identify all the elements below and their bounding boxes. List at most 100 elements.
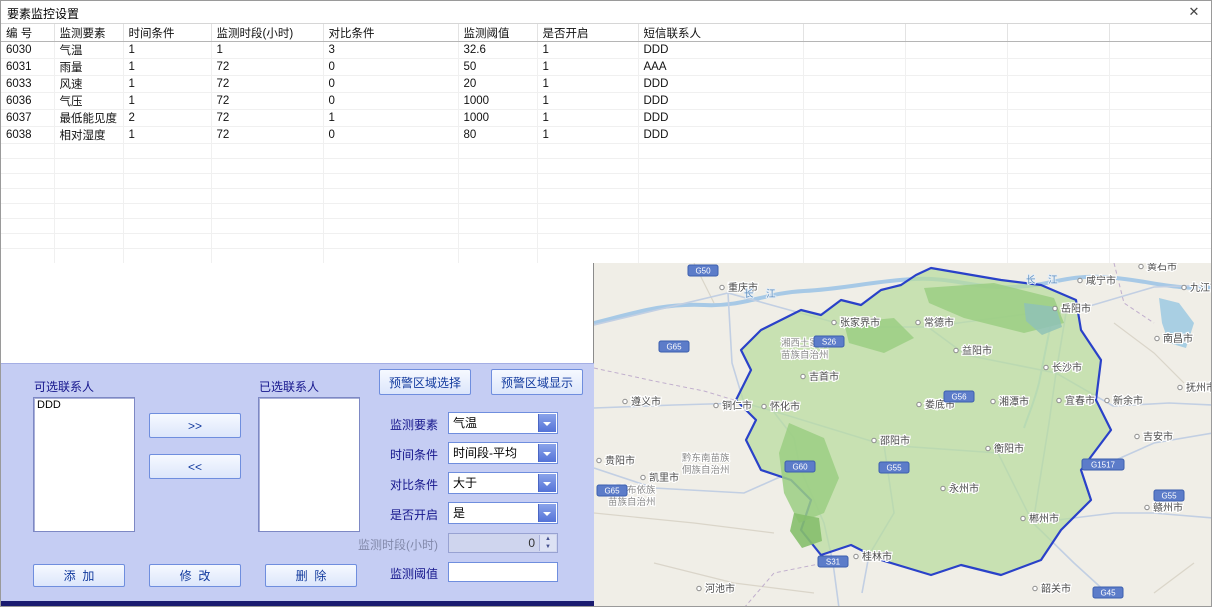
enabled-select[interactable]: 是 <box>448 502 558 524</box>
city-dot <box>1044 365 1048 369</box>
empty-table-row <box>1 174 1212 189</box>
table-row[interactable]: 6033风速1720201DDD <box>1 76 1212 93</box>
map-label: 新余市 <box>1113 394 1143 407</box>
city-dot <box>641 475 645 479</box>
available-contacts-label: 可选联系人 <box>34 378 94 395</box>
table-cell: 72 <box>211 127 323 144</box>
route-badge-label: G65 <box>604 487 620 496</box>
table-cell: 1 <box>123 93 211 110</box>
available-contacts-list[interactable]: DDD <box>33 397 135 532</box>
table-cell <box>1109 42 1212 59</box>
table-row[interactable]: 6031雨量1720501AAA <box>1 59 1212 76</box>
table-cell <box>803 110 905 127</box>
chevron-down-icon[interactable] <box>538 444 556 462</box>
time-condition-label: 时间条件 <box>318 446 438 463</box>
warning-area-show-button[interactable]: 预警区域显示 <box>491 369 583 395</box>
table-row[interactable]: 6037最低能见度272110001DDD <box>1 110 1212 127</box>
period-spinner[interactable]: 0 ▲▼ <box>448 533 558 553</box>
table-cell: 1 <box>537 127 638 144</box>
table-row[interactable]: 6036气压172010001DDD <box>1 93 1212 110</box>
warning-area-select-button[interactable]: 预警区域选择 <box>379 369 471 395</box>
element-field-label: 监测要素 <box>318 416 438 433</box>
table-cell: 3 <box>323 42 458 59</box>
table-cell: 1000 <box>458 110 537 127</box>
delete-button[interactable]: 删 除 <box>265 564 357 587</box>
city-dot <box>762 404 766 408</box>
table-cell <box>803 76 905 93</box>
time-condition-select[interactable]: 时间段-平均 <box>448 442 558 464</box>
map-label: 永州市 <box>949 482 979 495</box>
chevron-down-icon[interactable] <box>538 474 556 492</box>
map-panel[interactable]: 重庆市咸宁市黄石市九江市南昌市抚州市宜春市新余市吉安市赣州市韶关市桂林市河池市贵… <box>594 263 1212 607</box>
table-cell: 1000 <box>458 93 537 110</box>
map-label: 张家界市 <box>840 316 880 329</box>
city-dot <box>1139 264 1143 268</box>
table-row[interactable]: 6030气温11332.61DDD <box>1 42 1212 59</box>
map-label: 铜仁市 <box>722 399 752 412</box>
city-dot <box>1105 398 1109 402</box>
monitoring-table-area: 编 号监测要素时间条件监测时段(小时)对比条件监测阈值是否开启短信联系人6030… <box>1 23 1212 265</box>
contact-settings-panel: 可选联系人 DDD 已选联系人 >> << 预警区域选择 预警区域显示 监测要素… <box>1 363 594 602</box>
empty-table-row <box>1 159 1212 174</box>
period-label: 监测时段(小时) <box>318 536 438 553</box>
compare-condition-select[interactable]: 大于 <box>448 472 558 494</box>
table-cell: 0 <box>323 127 458 144</box>
list-item[interactable]: DDD <box>34 398 134 412</box>
chevron-down-icon[interactable] <box>538 504 556 522</box>
table-cell: 1 <box>537 42 638 59</box>
table-cell: 最低能见度 <box>54 110 123 127</box>
table-cell <box>1109 93 1212 110</box>
table-cell <box>905 110 1007 127</box>
monitoring-table: 编 号监测要素时间条件监测时段(小时)对比条件监测阈值是否开启短信联系人6030… <box>1 24 1212 265</box>
route-badge-label: G55 <box>886 464 902 473</box>
province-map[interactable]: 重庆市咸宁市黄石市九江市南昌市抚州市宜春市新余市吉安市赣州市韶关市桂林市河池市贵… <box>594 263 1212 607</box>
map-label: 湘潭市 <box>999 395 1029 408</box>
close-icon[interactable]: ✕ <box>1185 3 1203 21</box>
table-cell: 6033 <box>1 76 54 93</box>
table-cell <box>1007 127 1109 144</box>
city-dot <box>991 399 995 403</box>
route-badge-label: G1517 <box>1091 461 1116 470</box>
map-label: 岳阳市 <box>1061 302 1091 315</box>
move-right-button[interactable]: >> <box>149 413 241 438</box>
table-cell: 气温 <box>54 42 123 59</box>
table-cell: 6031 <box>1 59 54 76</box>
map-label: 怀化市 <box>770 400 800 413</box>
enabled-select-value: 是 <box>453 503 537 523</box>
table-cell <box>803 42 905 59</box>
threshold-input[interactable] <box>448 562 558 582</box>
element-select[interactable]: 气温 <box>448 412 558 434</box>
city-dot <box>1155 336 1159 340</box>
table-cell: 1 <box>323 110 458 127</box>
period-spinner-value: 0 <box>528 534 535 552</box>
map-label: 咸宁市 <box>1086 274 1116 287</box>
table-cell: 6030 <box>1 42 54 59</box>
panel-bottom-strip <box>1 601 594 607</box>
city-dot <box>941 486 945 490</box>
table-cell: DDD <box>638 127 803 144</box>
spinner-arrows-icon[interactable]: ▲▼ <box>539 535 556 551</box>
window-title: 要素监控设置 <box>7 5 79 22</box>
add-button[interactable]: 添 加 <box>33 564 125 587</box>
city-dot <box>986 446 990 450</box>
map-label: 南昌市 <box>1163 332 1193 345</box>
map-label: 遵义市 <box>631 395 661 408</box>
map-label: 郴州市 <box>1029 512 1059 525</box>
table-cell: 0 <box>323 59 458 76</box>
move-left-button[interactable]: << <box>149 454 241 479</box>
column-header <box>803 24 905 42</box>
table-cell <box>905 42 1007 59</box>
compare-condition-label: 对比条件 <box>318 476 438 493</box>
map-label: 河池市 <box>705 582 735 595</box>
map-label: 长沙市 <box>1052 361 1082 374</box>
city-dot <box>954 348 958 352</box>
modify-button[interactable]: 修 改 <box>149 564 241 587</box>
table-cell: 6037 <box>1 110 54 127</box>
table-row[interactable]: 6038相对湿度1720801DDD <box>1 127 1212 144</box>
table-cell <box>1109 127 1212 144</box>
map-label: 邵阳市 <box>880 434 910 447</box>
city-dot <box>1135 434 1139 438</box>
chevron-down-icon[interactable] <box>538 414 556 432</box>
city-dot <box>623 399 627 403</box>
city-dot <box>832 320 836 324</box>
